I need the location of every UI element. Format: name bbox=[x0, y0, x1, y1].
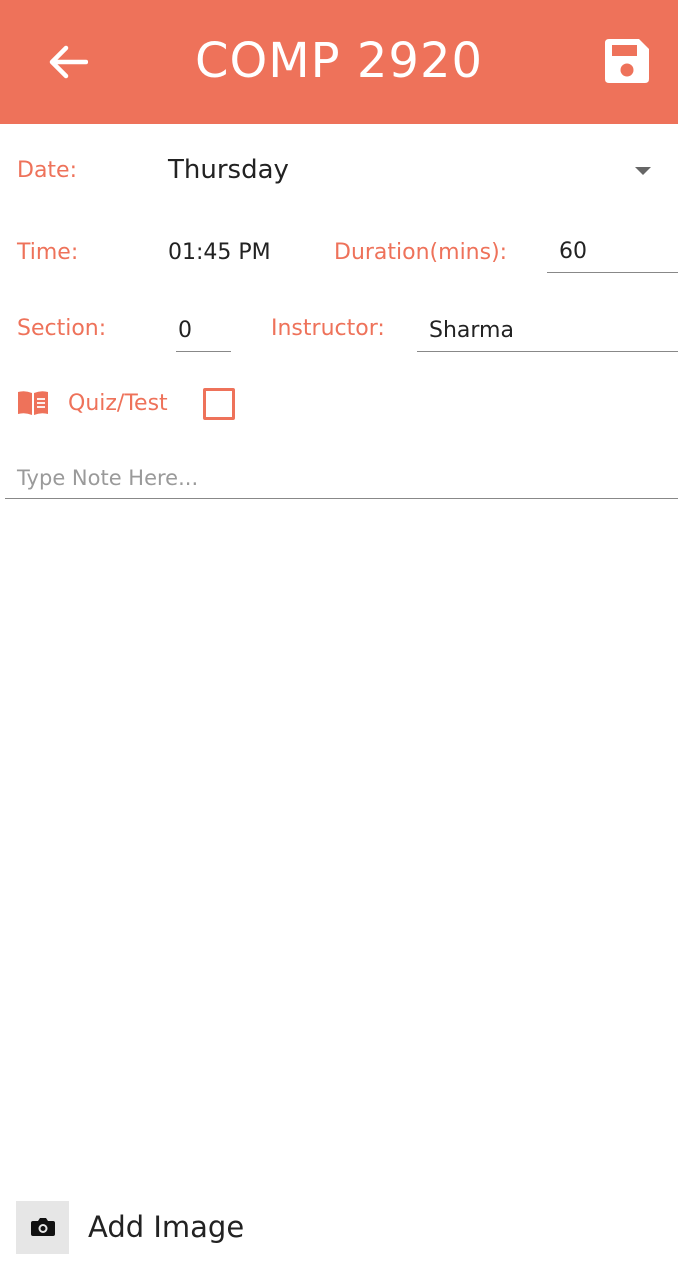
duration-label: Duration(mins): bbox=[334, 240, 508, 265]
save-button[interactable] bbox=[596, 32, 658, 90]
floppy-disk-icon bbox=[605, 39, 649, 83]
add-image-button[interactable]: Add Image bbox=[16, 1200, 276, 1254]
section-value: 0 bbox=[178, 318, 192, 343]
dropdown-arrow-icon[interactable] bbox=[630, 162, 656, 180]
quiz-test-label: Quiz/Test bbox=[68, 391, 168, 416]
page-title: COMP 2920 bbox=[194, 33, 484, 89]
instructor-value: Sharma bbox=[429, 318, 514, 343]
app-bar: COMP 2920 bbox=[0, 0, 678, 124]
instructor-input[interactable]: Sharma bbox=[417, 313, 678, 352]
back-button[interactable] bbox=[40, 37, 96, 87]
add-image-label: Add Image bbox=[88, 1210, 245, 1244]
date-value: Thursday bbox=[168, 155, 289, 185]
time-value[interactable]: 01:45 PM bbox=[168, 240, 271, 265]
note-placeholder: Type Note Here... bbox=[17, 466, 199, 490]
book-open-icon bbox=[18, 391, 48, 415]
note-input[interactable]: Type Note Here... bbox=[5, 460, 678, 499]
date-label: Date: bbox=[17, 158, 77, 183]
section-input[interactable]: 0 bbox=[176, 313, 231, 352]
arrow-left-icon bbox=[49, 45, 88, 79]
camera-button[interactable] bbox=[16, 1200, 69, 1254]
duration-value: 60 bbox=[559, 239, 587, 264]
time-label: Time: bbox=[17, 240, 79, 265]
camera-icon bbox=[30, 1218, 55, 1236]
section-label: Section: bbox=[17, 316, 107, 341]
duration-input[interactable]: 60 bbox=[547, 234, 678, 273]
instructor-label: Instructor: bbox=[271, 316, 385, 341]
quiz-test-checkbox[interactable] bbox=[203, 388, 235, 420]
